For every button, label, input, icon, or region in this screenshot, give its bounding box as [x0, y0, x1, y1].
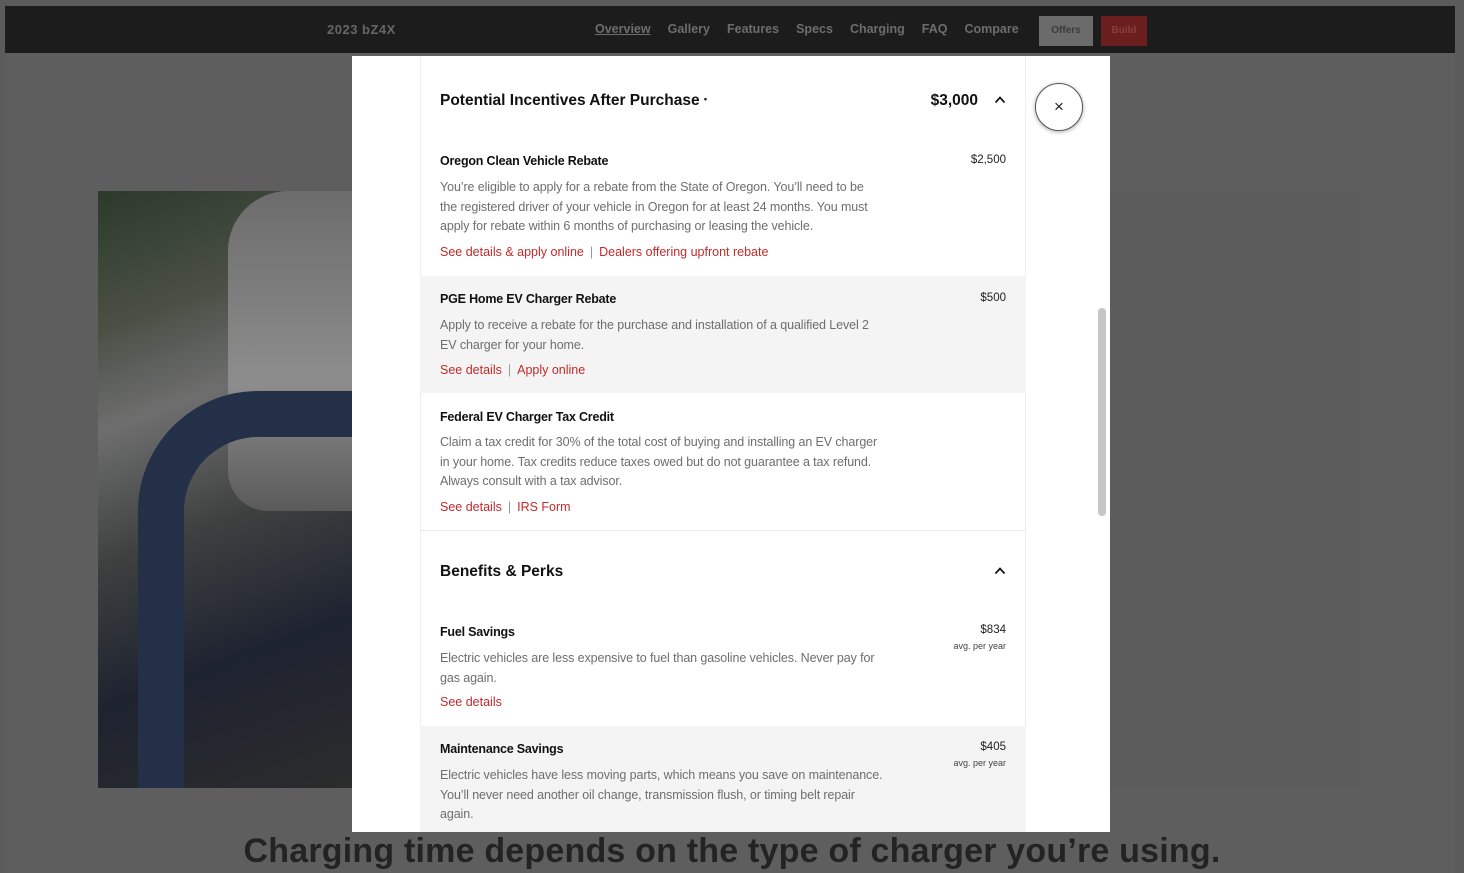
- background-panel: [1110, 191, 1360, 788]
- offers-button[interactable]: Offers: [1039, 16, 1093, 46]
- incentive-item-pge-charger-rebate: PGE Home EV Charger Rebate $500 Apply to…: [420, 276, 1026, 393]
- incentive-item-oregon-rebate: Oregon Clean Vehicle Rebate $2,500 You’r…: [420, 140, 1026, 276]
- item-value: $2,500: [970, 154, 1006, 166]
- item-description: Apply to receive a rebate for the purcha…: [440, 318, 869, 352]
- disclaimer-marker: •: [703, 94, 708, 104]
- chevron-up-icon[interactable]: [994, 565, 1006, 577]
- modal-scrollbar-thumb[interactable]: [1098, 308, 1106, 516]
- see-details-link[interactable]: See details: [440, 695, 502, 709]
- item-description: Electric vehicles are less expensive to …: [440, 651, 875, 685]
- model-name: 2023 bZ4X: [327, 22, 396, 37]
- close-button[interactable]: ×: [1035, 83, 1083, 131]
- item-name: Maintenance Savings: [440, 742, 564, 756]
- item-name: Federal EV Charger Tax Credit: [440, 410, 614, 424]
- item-links: See details & apply online | Dealers offer…: [440, 245, 769, 259]
- close-icon: ×: [1054, 97, 1064, 116]
- irs-form-link[interactable]: IRS Form: [517, 500, 570, 514]
- item-name: Fuel Savings: [440, 625, 515, 639]
- charging-cable-shape: [138, 391, 354, 788]
- nav-link-charging[interactable]: Charging: [850, 22, 905, 36]
- dealers-upfront-rebate-link[interactable]: Dealers offering upfront rebate: [599, 245, 768, 259]
- chevron-up-icon[interactable]: [994, 94, 1006, 106]
- incentives-title: Potential Incentives After Purchase •: [440, 92, 708, 109]
- see-details-link[interactable]: See details: [440, 500, 502, 514]
- incentives-section-header[interactable]: Potential Incentives After Purchase • $3…: [420, 70, 1026, 130]
- nav-link-features[interactable]: Features: [727, 22, 779, 36]
- item-value-unit: avg. per year: [953, 758, 1006, 768]
- nav-links: Overview Gallery Features Specs Charging…: [595, 22, 1036, 36]
- item-value: $834: [980, 624, 1006, 636]
- apply-online-link[interactable]: Apply online: [517, 363, 585, 377]
- build-button[interactable]: Build: [1101, 16, 1147, 46]
- item-links: See details | IRS Form: [440, 500, 571, 514]
- item-name: PGE Home EV Charger Rebate: [440, 292, 617, 306]
- item-name: Oregon Clean Vehicle Rebate: [440, 154, 609, 168]
- item-links: See details: [440, 695, 502, 709]
- item-value-unit: avg. per year: [953, 641, 1006, 651]
- nav-link-overview[interactable]: Overview: [595, 22, 651, 36]
- section-divider: [420, 530, 1026, 531]
- item-description: You’re eligible to apply for a rebate fr…: [440, 180, 868, 233]
- benefit-item-fuel-savings: Fuel Savings $834 avg. per year Electric…: [420, 610, 1026, 726]
- see-details-apply-online-link[interactable]: See details & apply online: [440, 245, 584, 259]
- benefit-item-maintenance-savings: Maintenance Savings $405 avg. per year E…: [420, 726, 1026, 832]
- benefits-section-header[interactable]: Benefits & Perks: [420, 541, 1026, 601]
- top-navigation: 2023 bZ4X Overview Gallery Features Spec…: [5, 6, 1455, 53]
- nav-link-faq[interactable]: FAQ: [922, 22, 948, 36]
- see-details-link[interactable]: See details: [440, 363, 502, 377]
- incentive-item-federal-tax-credit: Federal EV Charger Tax Credit Claim a ta…: [420, 393, 1026, 530]
- item-links: See details | Apply online: [440, 363, 586, 377]
- benefits-title: Benefits & Perks: [440, 563, 564, 580]
- item-value: $500: [980, 292, 1006, 304]
- incentives-total: $3,000: [930, 92, 978, 109]
- nav-link-specs[interactable]: Specs: [796, 22, 833, 36]
- hero-image: [98, 191, 354, 788]
- item-description: Electric vehicles have less moving parts…: [440, 768, 883, 821]
- nav-link-gallery[interactable]: Gallery: [668, 22, 710, 36]
- nav-link-compare[interactable]: Compare: [965, 22, 1019, 36]
- item-value: $405: [980, 741, 1006, 753]
- item-description: Claim a tax credit for 30% of the total …: [440, 435, 878, 488]
- page-headline: Charging time depends on the type of cha…: [243, 832, 1221, 870]
